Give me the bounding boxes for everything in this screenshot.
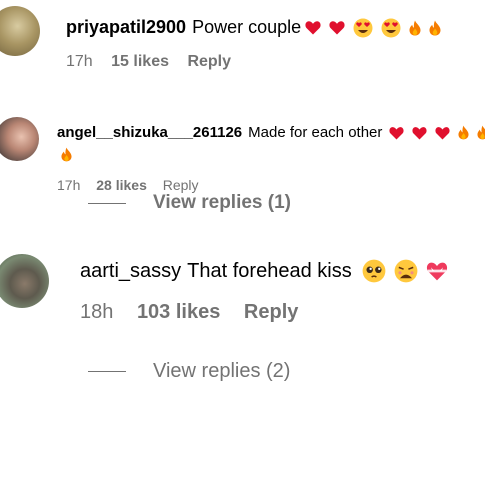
fire-icon bbox=[458, 125, 469, 140]
comment-body: angel__shizuka___261126 Made for each ot… bbox=[57, 124, 486, 141]
fire-icon bbox=[409, 20, 421, 35]
likes-count[interactable]: 103 likes bbox=[137, 301, 220, 324]
fire-icon bbox=[61, 147, 72, 162]
timestamp: 18h bbox=[80, 301, 114, 323]
view-replies-label[interactable]: View replies (1) bbox=[153, 192, 291, 214]
comment-body: priyapatil2900 Power couple bbox=[66, 17, 449, 38]
comment-1: priyapatil2900 Power couple 17h 15 likes… bbox=[0, 0, 500, 90]
comment-meta: 17h 28 likes Reply bbox=[57, 177, 199, 193]
avatar[interactable] bbox=[0, 117, 39, 161]
comment-text: That forehead kiss bbox=[187, 259, 352, 282]
likes-count[interactable]: 15 likes bbox=[111, 53, 169, 71]
reply-button[interactable]: Reply bbox=[163, 177, 199, 193]
emoji-row bbox=[305, 18, 449, 38]
username[interactable]: priyapatil2900 bbox=[66, 17, 186, 38]
view-replies-button[interactable]: View replies (1) bbox=[88, 192, 291, 214]
comment-meta: 18h 103 likes Reply bbox=[80, 301, 298, 324]
pleading-face-icon bbox=[362, 259, 386, 283]
reply-button[interactable]: Reply bbox=[244, 301, 298, 324]
emoji-row bbox=[362, 259, 456, 283]
username[interactable]: angel__shizuka___261126 bbox=[57, 124, 242, 141]
comment-text: Power couple bbox=[192, 17, 302, 37]
comment-text: Made for each other bbox=[248, 124, 383, 141]
thread-line bbox=[88, 202, 126, 204]
username[interactable]: aarti_sassy bbox=[80, 260, 181, 283]
weary-face-icon bbox=[394, 259, 418, 283]
view-replies-label[interactable]: View replies (2) bbox=[153, 360, 290, 383]
red-heart-icon bbox=[389, 126, 404, 140]
comment-2: angel__shizuka___261126 Made for each ot… bbox=[0, 110, 500, 220]
reply-button[interactable]: Reply bbox=[187, 53, 231, 71]
timestamp: 17h bbox=[66, 53, 93, 70]
fire-icon-clipped bbox=[477, 125, 486, 140]
heart-eyes-face-icon bbox=[353, 18, 373, 37]
avatar[interactable] bbox=[0, 254, 49, 308]
red-heart-icon bbox=[412, 126, 427, 140]
comment-3: aarti_sassy That forehead kiss 18h 103 l… bbox=[0, 240, 500, 390]
timestamp: 17h bbox=[57, 177, 81, 193]
thread-line bbox=[88, 371, 126, 372]
view-replies-button[interactable]: View replies (2) bbox=[88, 360, 290, 383]
avatar[interactable] bbox=[0, 6, 40, 56]
comment-body: aarti_sassy That forehead kiss bbox=[80, 259, 456, 283]
red-heart-icon bbox=[305, 21, 321, 35]
heart-with-ribbon-icon bbox=[426, 262, 447, 281]
fire-icon bbox=[477, 125, 486, 140]
fire-icon bbox=[429, 20, 441, 35]
emoji-row bbox=[389, 125, 486, 140]
red-heart-icon bbox=[329, 21, 345, 35]
red-heart-icon bbox=[435, 126, 450, 140]
likes-count[interactable]: 28 likes bbox=[96, 177, 147, 193]
heart-eyes-face-icon bbox=[381, 18, 401, 37]
comment-meta: 17h 15 likes Reply bbox=[66, 53, 231, 71]
